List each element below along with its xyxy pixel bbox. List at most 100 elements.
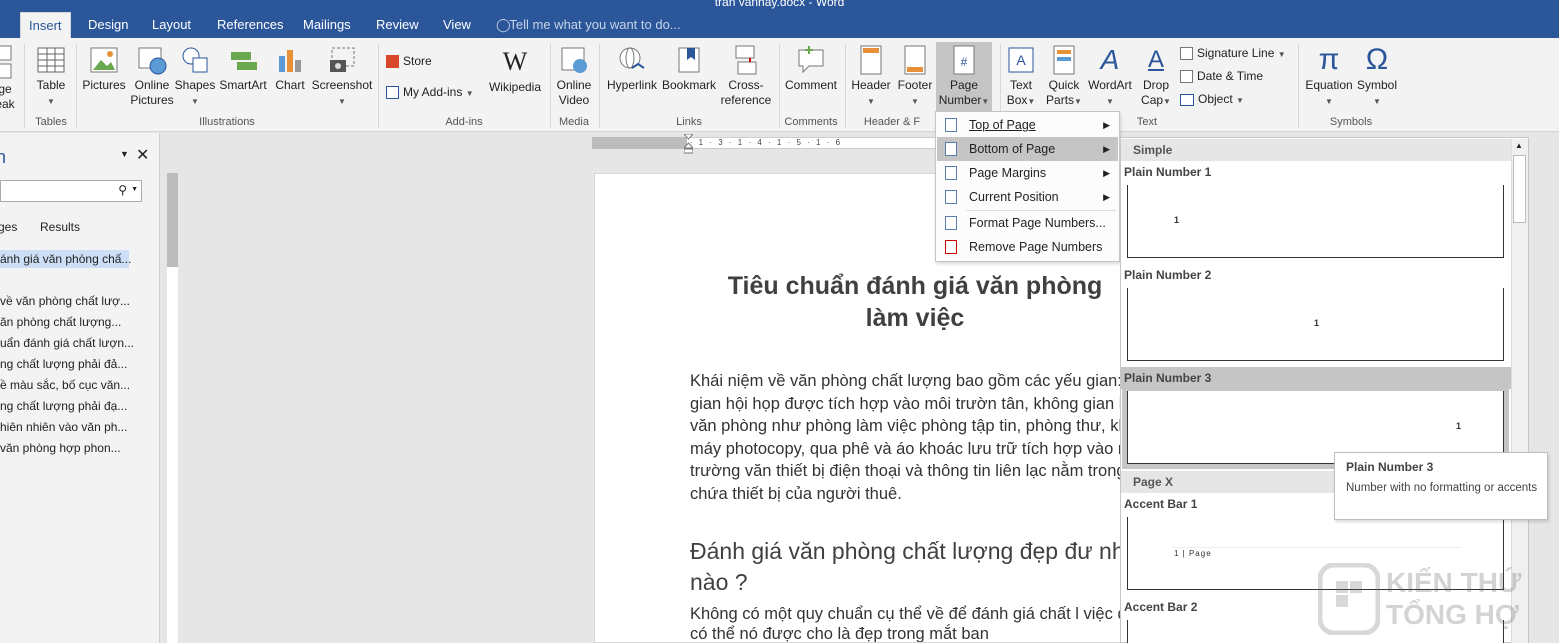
tab-view[interactable]: View bbox=[435, 12, 479, 38]
online-video-icon bbox=[561, 47, 587, 73]
search-icon[interactable]: ⚲ bbox=[118, 183, 127, 197]
bookmark-button[interactable]: Bookmark bbox=[660, 44, 718, 93]
nav-search-input[interactable]: ⚲ ▼ bbox=[0, 180, 142, 202]
group-tables-label: Tables bbox=[35, 116, 67, 128]
footer-icon bbox=[904, 45, 926, 75]
svg-text:#: # bbox=[961, 55, 968, 69]
gallery-item-plain-number-1[interactable]: 1 bbox=[1127, 185, 1504, 258]
pictures-button[interactable]: Pictures bbox=[80, 44, 128, 93]
smartart-icon bbox=[231, 52, 257, 70]
page-number-button[interactable]: # Page Number▼ bbox=[936, 42, 992, 114]
menu-item-current-position[interactable]: Current Position ▶ bbox=[937, 185, 1118, 209]
nav-heading-item[interactable]: văn phòng hợp phon... bbox=[0, 439, 121, 457]
document-title: Tiêu chuẩn đánh giá văn phòng làm việc bbox=[727, 272, 1103, 332]
page-top-icon bbox=[945, 118, 957, 132]
chevron-right-icon: ▶ bbox=[1103, 168, 1110, 178]
close-icon[interactable]: ✕ bbox=[136, 145, 149, 165]
nav-tab-pages[interactable]: ges bbox=[0, 220, 17, 234]
tab-insert[interactable]: Insert bbox=[20, 12, 71, 38]
header-button[interactable]: Header ▼ bbox=[848, 44, 894, 109]
chart-button[interactable]: Chart bbox=[270, 44, 310, 93]
hyperlink-button[interactable]: Hyperlink bbox=[604, 44, 660, 93]
online-pictures-button[interactable]: Online Pictures bbox=[128, 44, 176, 108]
date-time-button[interactable]: Date & Time bbox=[1180, 66, 1263, 86]
shapes-button[interactable]: Shapes ▼ bbox=[174, 44, 216, 109]
object-button[interactable]: Object ▼ bbox=[1180, 89, 1244, 109]
store-button[interactable]: Store bbox=[386, 51, 432, 71]
gallery-item-label: Plain Number 1 bbox=[1124, 165, 1212, 179]
nav-heading-item[interactable]: ánh giá văn phòng chấ... bbox=[0, 250, 131, 268]
tab-layout[interactable]: Layout bbox=[144, 12, 199, 38]
quick-parts-icon bbox=[1053, 45, 1075, 75]
omega-icon: Ω bbox=[1365, 43, 1389, 76]
page-break-icon bbox=[0, 45, 12, 79]
text-box-icon: A bbox=[1008, 47, 1034, 73]
tab-references[interactable]: References bbox=[209, 12, 291, 38]
screenshot-button[interactable]: Screenshot ▼ bbox=[310, 44, 374, 109]
shapes-icon bbox=[182, 47, 208, 73]
smartart-button[interactable]: SmartArt bbox=[216, 44, 270, 93]
nav-heading-item[interactable]: hiên nhiên vào văn ph... bbox=[0, 418, 127, 436]
group-media-label: Media bbox=[559, 116, 589, 128]
nav-heading-item[interactable]: uẩn đánh giá chất lượn... bbox=[0, 334, 134, 352]
drop-cap-button[interactable]: A Drop Cap▼ bbox=[1136, 44, 1176, 109]
pi-icon: π bbox=[1318, 43, 1340, 76]
watermark-logo: KIẾN THỨ TỔNG HỢ bbox=[1318, 563, 1521, 638]
page-break-button[interactable]: ge eak bbox=[0, 44, 16, 112]
nav-tab-results[interactable]: Results bbox=[40, 220, 80, 234]
chevron-right-icon: ▶ bbox=[1103, 144, 1110, 154]
online-video-button[interactable]: Online Video bbox=[552, 44, 596, 108]
chevron-right-icon: ▶ bbox=[1103, 120, 1110, 130]
wikipedia-button[interactable]: W Wikipedia bbox=[487, 46, 543, 95]
nav-heading-item[interactable]: về văn phòng chất lượ... bbox=[0, 292, 130, 310]
footer-button[interactable]: Footer ▼ bbox=[894, 44, 936, 109]
remove-page-numbers-icon bbox=[945, 240, 957, 254]
menu-item-page-margins[interactable]: Page Margins ▶ bbox=[937, 161, 1118, 185]
window-title: tran vanhay.docx - Word bbox=[714, 0, 845, 9]
drop-cap-icon: A bbox=[1147, 46, 1164, 73]
quick-parts-button[interactable]: Quick Parts▼ bbox=[1042, 44, 1086, 109]
page-bottom-icon bbox=[945, 142, 957, 156]
text-box-button[interactable]: A Text Box▼ bbox=[1002, 44, 1040, 109]
online-pictures-icon bbox=[138, 47, 167, 75]
signature-icon bbox=[1180, 47, 1193, 61]
tab-review[interactable]: Review bbox=[368, 12, 427, 38]
wordart-button[interactable]: A WordArt ▼ bbox=[1086, 44, 1134, 109]
nav-heading-item[interactable]: ăn phòng chất lượng... bbox=[0, 313, 121, 331]
document-paragraph: Không có một quy chuẩn cụ thể về để đánh… bbox=[690, 605, 1174, 643]
my-addins-button[interactable]: My Add-ins ▼ bbox=[386, 82, 474, 102]
page-margins-icon bbox=[945, 166, 957, 180]
scroll-up-icon[interactable]: ▲ bbox=[1515, 141, 1523, 150]
menu-item-remove-page-numbers[interactable]: Remove Page Numbers bbox=[937, 235, 1118, 259]
vertical-ruler bbox=[163, 133, 182, 643]
document-heading-2: Đánh giá văn phòng chất lượng đẹp đư như… bbox=[690, 538, 1179, 595]
tooltip: Plain Number 3 Number with no formatting… bbox=[1334, 452, 1548, 520]
cross-reference-button[interactable]: Cross- reference bbox=[718, 44, 774, 108]
comment-button[interactable]: Comment bbox=[782, 44, 840, 93]
table-button[interactable]: Table ▼ bbox=[30, 44, 72, 109]
tell-me-box[interactable]: ◯ Tell me what you want to do... bbox=[496, 12, 681, 38]
menu-item-top-of-page[interactable]: Top of Page ▶ bbox=[937, 113, 1118, 137]
navigation-pane: n ▼ ✕ ⚲ ▼ ges Results ánh giá văn phòng … bbox=[0, 133, 160, 643]
nav-options-chevron-icon[interactable]: ▼ bbox=[120, 149, 129, 159]
tab-design[interactable]: Design bbox=[80, 12, 136, 38]
wikipedia-icon: W bbox=[502, 47, 528, 76]
group-illustrations-label: Illustrations bbox=[199, 116, 255, 128]
table-icon bbox=[37, 47, 65, 73]
chart-icon bbox=[279, 50, 301, 72]
equation-button[interactable]: π Equation ▼ bbox=[1303, 44, 1355, 109]
tab-mailings[interactable]: Mailings bbox=[295, 12, 359, 38]
menu-item-bottom-of-page[interactable]: Bottom of Page ▶ bbox=[937, 137, 1118, 161]
nav-heading-item[interactable]: ng chất lượng phải đạ... bbox=[0, 397, 127, 415]
symbol-button[interactable]: Ω Symbol ▼ bbox=[1355, 44, 1399, 109]
gallery-item-plain-number-2[interactable]: 1 bbox=[1127, 288, 1504, 361]
indent-marker[interactable] bbox=[682, 133, 695, 154]
chevron-down-icon[interactable]: ▼ bbox=[131, 186, 138, 193]
nav-heading-item[interactable]: ề màu sắc, bố cục văn... bbox=[0, 376, 130, 394]
lightbulb-icon: ◯ bbox=[496, 17, 511, 32]
group-links-label: Links bbox=[676, 116, 702, 128]
menu-item-format-page-numbers[interactable]: Format Page Numbers... bbox=[937, 211, 1118, 235]
signature-line-button[interactable]: Signature Line ▼ bbox=[1180, 43, 1286, 63]
nav-heading-item[interactable]: ng chất lượng phải đả... bbox=[0, 355, 127, 373]
scrollbar-thumb[interactable] bbox=[1513, 155, 1526, 223]
